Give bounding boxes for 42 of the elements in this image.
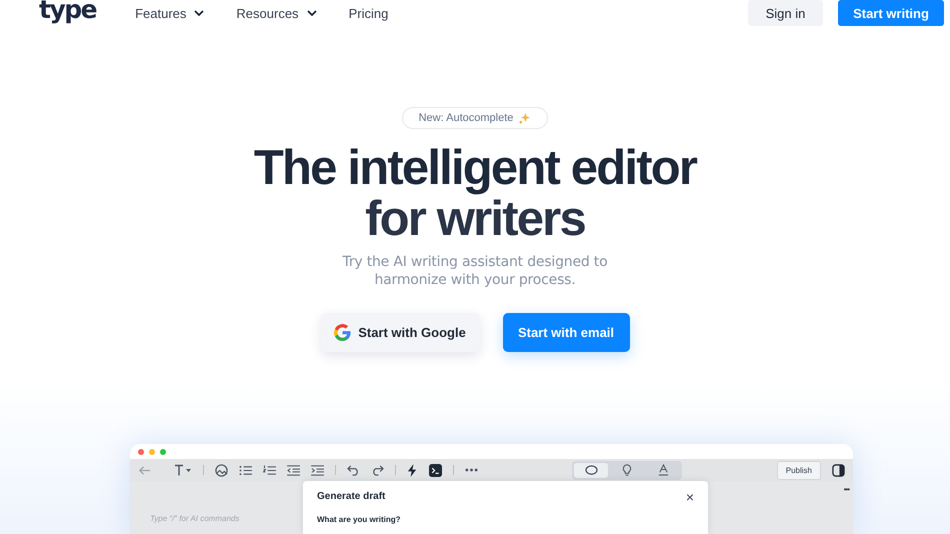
- announcement-badge[interactable]: New: Autocomplete: [402, 107, 548, 129]
- google-sign-in-button[interactable]: Start with Google: [320, 313, 480, 352]
- maximize-dot-icon[interactable]: [160, 448, 166, 455]
- nav-link[interactable]: Pricing: [348, 6, 388, 20]
- undo-icon[interactable]: [347, 464, 360, 476]
- outdent-icon[interactable]: [287, 464, 300, 476]
- close-button[interactable]: ×: [686, 492, 694, 502]
- image-icon[interactable]: [215, 464, 228, 477]
- email-sign-in-button[interactable]: Start with email: [502, 313, 630, 352]
- chat-bubble-icon: [584, 464, 598, 476]
- numbered-list-icon[interactable]: [263, 464, 276, 476]
- badge-text: New: Autocomplete: [418, 112, 514, 124]
- text-color-icon: [658, 464, 669, 476]
- indent-icon[interactable]: [311, 464, 324, 476]
- redo-icon[interactable]: [371, 464, 384, 476]
- headline: for writers: [365, 194, 585, 245]
- nav-link[interactable]: Resources: [236, 6, 317, 20]
- sidebar-toggle-icon[interactable]: [832, 464, 845, 477]
- logo[interactable]: type: [39, 0, 96, 23]
- sparkle-icon: [518, 112, 532, 124]
- bullet-list-icon[interactable]: [239, 464, 252, 476]
- more-options-button[interactable]: •••: [844, 485, 849, 494]
- dialog-title: Generate draft: [317, 491, 386, 502]
- lightning-icon[interactable]: [407, 464, 418, 477]
- terminal-icon[interactable]: [429, 464, 442, 477]
- headline: The intelligent editor: [254, 143, 696, 194]
- start-writing-button[interactable]: Start writing: [838, 0, 944, 26]
- minimize-dot-icon[interactable]: [149, 448, 155, 455]
- chevron-down-icon: [306, 10, 317, 16]
- more-icon[interactable]: [465, 468, 478, 472]
- mode-tab[interactable]: [574, 462, 608, 478]
- publish-button[interactable]: Publish: [776, 460, 821, 480]
- chevron-down-icon: [194, 10, 204, 16]
- subtitle: harmonize with your process.: [374, 271, 576, 289]
- google-icon: [334, 324, 352, 341]
- question-label: What are you writing?: [317, 515, 402, 524]
- subtitle: Try the AI writing assistant designed to: [342, 253, 608, 271]
- lightbulb-icon: [622, 464, 632, 476]
- close-dot-icon[interactable]: [138, 448, 144, 455]
- nav-link[interactable]: Features: [135, 6, 204, 20]
- sign-in-button[interactable]: Sign in: [748, 0, 823, 26]
- text-style-icon[interactable]: [174, 464, 192, 476]
